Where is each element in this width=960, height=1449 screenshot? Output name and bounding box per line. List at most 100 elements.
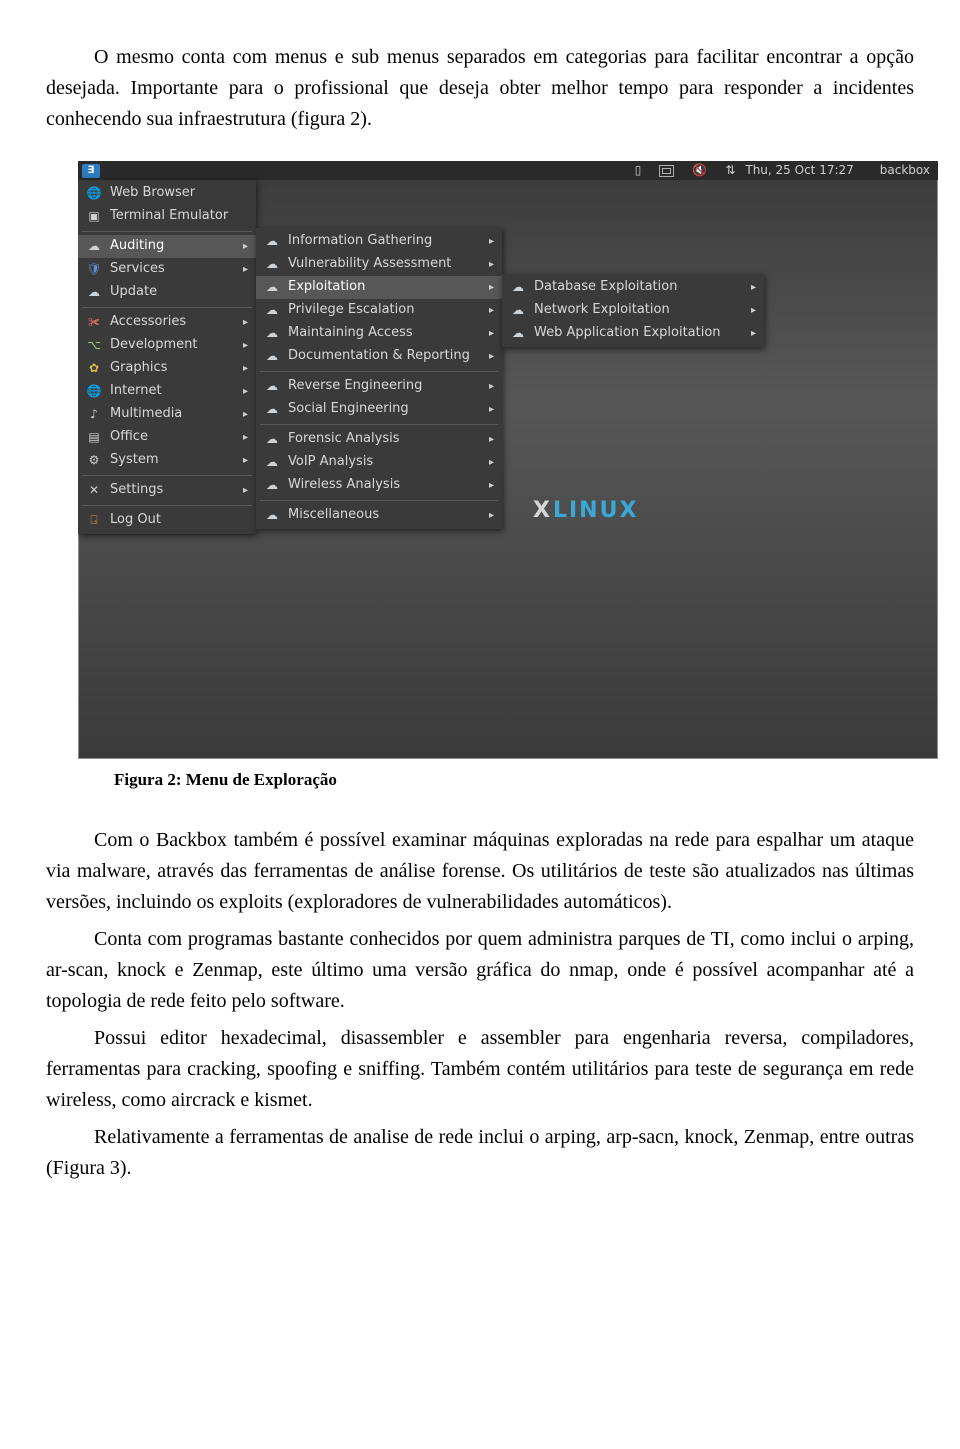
brand-text: XLINUX (533, 494, 638, 528)
clock[interactable]: Thu, 25 Oct 17:27 (745, 161, 853, 180)
paragraph: Com o Backbox também é possível examinar… (46, 825, 914, 918)
menu-item-label: Web Application Exploitation (534, 323, 743, 343)
auditing-submenu-item[interactable]: ☁Reverse Engineering▸ (256, 375, 502, 398)
main-menu-item[interactable]: ▣Terminal Emulator (78, 205, 256, 228)
chevron-right-icon: ▸ (243, 338, 248, 354)
paragraph: Conta com programas bastante conhecidos … (46, 924, 914, 1017)
auditing-submenu-item[interactable]: ☁Documentation & Reporting▸ (256, 345, 502, 368)
menu-item-icon: ☁ (264, 432, 280, 448)
screenshot-figure: ∃ ▯ 🔇 ⇅ Thu, 25 Oct 17:27 backbox 🌐 Web B… (78, 161, 938, 759)
menu-item-icon: 🛡 (86, 262, 102, 278)
main-menu-item[interactable]: ✿Graphics▸ (78, 357, 256, 380)
menu-item-label: Exploitation (288, 277, 481, 297)
menu-item-label: Network Exploitation (534, 300, 743, 320)
chevron-right-icon: ▸ (751, 326, 756, 342)
audio-icon[interactable]: 🔇 (692, 161, 707, 180)
paragraph: Possui editor hexadecimal, disassembler … (46, 1023, 914, 1116)
paragraph: O mesmo conta com menus e sub menus sepa… (46, 42, 914, 135)
main-menu-item[interactable]: 🛡Services▸ (78, 258, 256, 281)
menu-item-label: Development (110, 335, 235, 355)
auditing-submenu-item[interactable]: ☁Exploitation▸ (256, 276, 502, 299)
menu-item-icon: 🌐 (86, 186, 102, 202)
auditing-submenu-item[interactable]: ☁Wireless Analysis▸ (256, 474, 502, 497)
main-menu-item[interactable]: 🌐 Web Browser (78, 182, 256, 205)
menu-item-label: Database Exploitation (534, 277, 743, 297)
auditing-submenu-item[interactable]: ☁ Privilege Escalation ▸ (256, 299, 502, 322)
exploitation-submenu: ☁Database Exploitation▸☁Network Exploita… (502, 274, 764, 347)
main-menu-item[interactable]: ✕Settings▸ (78, 479, 256, 502)
auditing-submenu-item[interactable]: ☁VoIP Analysis▸ (256, 451, 502, 474)
menu-item-label: Forensic Analysis (288, 429, 481, 449)
menu-separator (82, 231, 252, 232)
menu-item-label: Terminal Emulator (110, 206, 248, 226)
menu-item-icon: ☁ (264, 379, 280, 395)
exploitation-submenu-item[interactable]: ☁Network Exploitation▸ (502, 299, 764, 322)
menu-item-label: Social Engineering (288, 399, 481, 419)
menu-item-label: Office (110, 427, 235, 447)
menu-item-label: Accessories (110, 312, 235, 332)
auditing-submenu: ☁Information Gathering▸☁Vulnerability As… (256, 228, 502, 529)
chevron-right-icon: ▸ (243, 453, 248, 469)
main-menu-item[interactable]: ♪Multimedia▸ (78, 403, 256, 426)
menu-item-label: Update (110, 282, 248, 302)
launcher-icon[interactable]: ∃ (82, 164, 100, 178)
main-menu-item[interactable]: ⌥Development▸ (78, 334, 256, 357)
menu-item-label: Documentation & Reporting (288, 346, 481, 366)
main-menu-item[interactable]: ⍈Log Out (78, 509, 256, 532)
menu-item-label: Settings (110, 480, 235, 500)
system-tray: ▯ 🔇 ⇅ (635, 161, 736, 180)
menu-item-icon: ☁ (510, 303, 526, 319)
menu-item-label: Miscellaneous (288, 505, 481, 525)
menu-item-label: Auditing (110, 236, 235, 256)
chevron-right-icon: ▸ (489, 326, 494, 342)
brand-suffix: LINUX (553, 494, 638, 528)
auditing-submenu-item[interactable]: ☁Vulnerability Assessment▸ (256, 253, 502, 276)
auditing-submenu-item[interactable]: ☁Maintaining Access▸ (256, 322, 502, 345)
mail-icon[interactable] (659, 165, 674, 177)
chevron-right-icon: ▸ (489, 303, 494, 319)
auditing-submenu-item[interactable]: ☁Social Engineering▸ (256, 398, 502, 421)
main-menu-item[interactable]: 🌐Internet▸ (78, 380, 256, 403)
main-menu-item[interactable]: ✀Accessories▸ (78, 311, 256, 334)
auditing-submenu-item[interactable]: ☁Information Gathering▸ (256, 230, 502, 253)
menu-item-label: Reverse Engineering (288, 376, 481, 396)
menu-separator (260, 500, 498, 501)
chevron-right-icon: ▸ (243, 384, 248, 400)
main-menu-item[interactable]: ☁Auditing▸ (78, 235, 256, 258)
menu-item-icon: ☁ (264, 280, 280, 296)
menu-item-label: System (110, 450, 235, 470)
auditing-submenu-item[interactable]: ☁Miscellaneous▸ (256, 504, 502, 527)
menu-item-icon: 🌐 (86, 384, 102, 400)
user-menu[interactable]: backbox (876, 161, 934, 180)
auditing-submenu-item[interactable]: ☁ Forensic Analysis ▸ (256, 428, 502, 451)
menu-item-icon: ☁ (86, 285, 102, 301)
exploitation-submenu-item[interactable]: ☁Database Exploitation▸ (502, 276, 764, 299)
main-menu-item[interactable]: ⚙System▸ (78, 449, 256, 472)
menu-item-label: Web Browser (110, 183, 248, 203)
chevron-right-icon: ▸ (489, 432, 494, 448)
menu-item-label: Privilege Escalation (288, 300, 481, 320)
menu-item-label: Wireless Analysis (288, 475, 481, 495)
chevron-right-icon: ▸ (243, 407, 248, 423)
menu-item-label: Maintaining Access (288, 323, 481, 343)
menu-separator (260, 371, 498, 372)
menu-item-icon: ⍈ (86, 513, 102, 529)
brand-prefix: X (533, 494, 552, 528)
menu-item-icon: ☁ (86, 239, 102, 255)
menu-separator (82, 307, 252, 308)
network-icon[interactable]: ⇅ (725, 161, 735, 180)
main-menu-item[interactable]: ☁ Update (78, 281, 256, 304)
chevron-right-icon: ▸ (489, 455, 494, 471)
menu-item-icon: ▤ (86, 430, 102, 446)
paragraph: Relativamente a ferramentas de analise d… (46, 1122, 914, 1184)
main-menu-item[interactable]: ▤Office▸ (78, 426, 256, 449)
battery-icon[interactable]: ▯ (635, 161, 642, 180)
chevron-right-icon: ▸ (489, 508, 494, 524)
menu-item-icon: ✕ (86, 483, 102, 499)
menu-item-icon: ♪ (86, 407, 102, 423)
menu-item-icon: ☁ (510, 326, 526, 342)
top-panel: ∃ ▯ 🔇 ⇅ Thu, 25 Oct 17:27 backbox (78, 161, 938, 180)
menu-item-icon: ☁ (264, 303, 280, 319)
chevron-right-icon: ▸ (243, 315, 248, 331)
exploitation-submenu-item[interactable]: ☁ Web Application Exploitation ▸ (502, 322, 764, 345)
